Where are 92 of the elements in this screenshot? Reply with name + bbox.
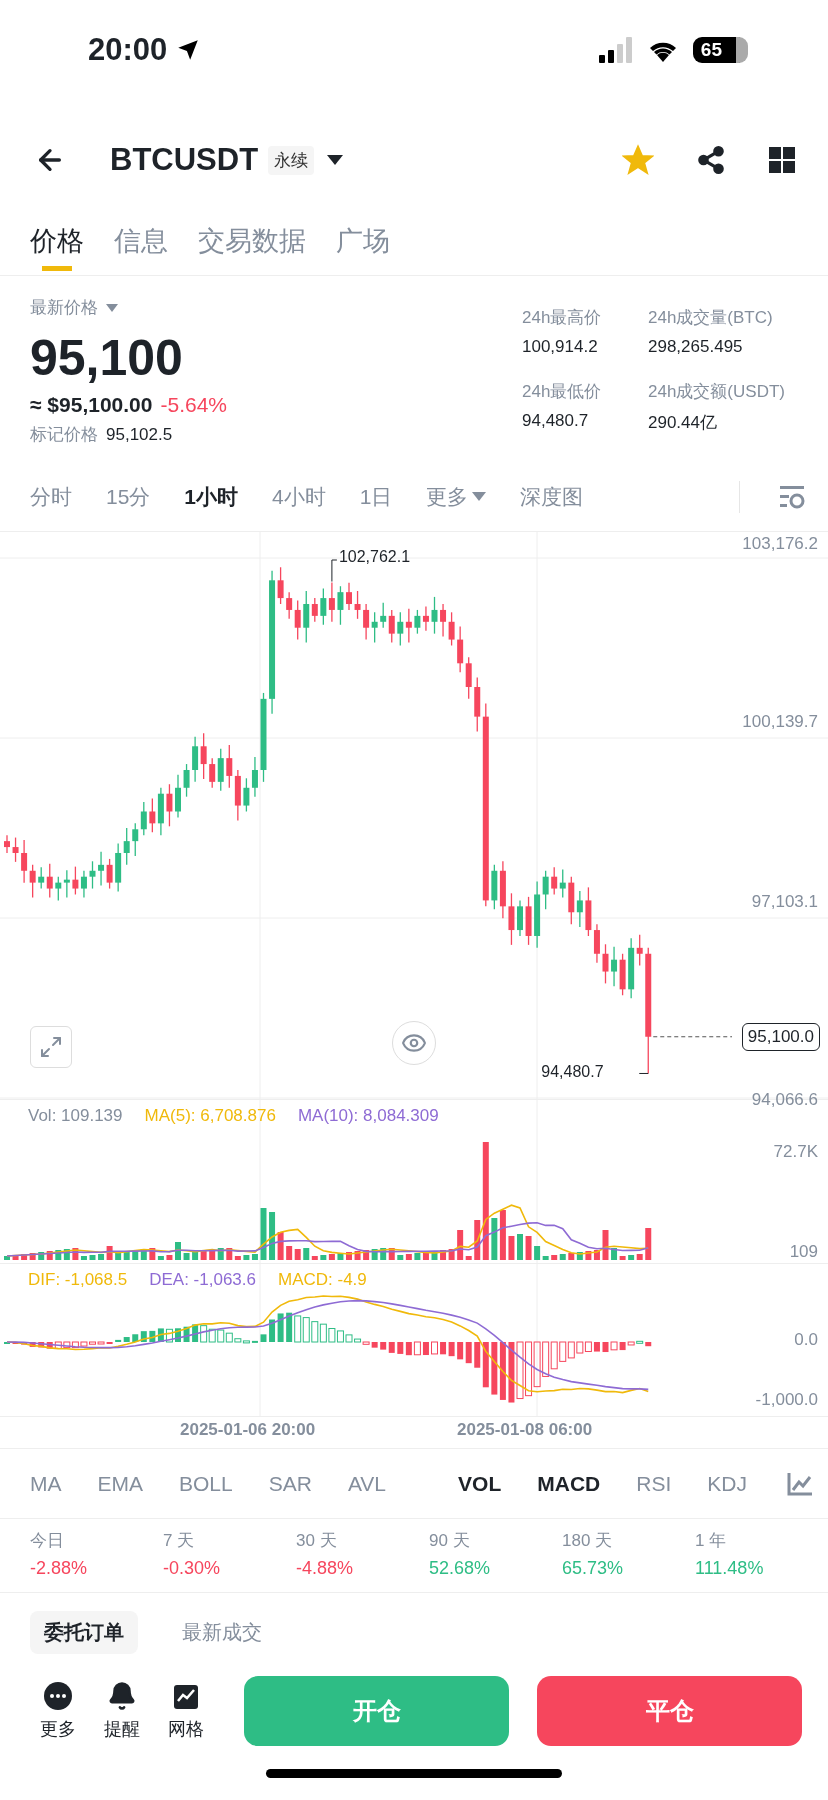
leader-line	[331, 559, 338, 584]
macd-axis-label: -1,000.0	[755, 1390, 818, 1410]
more-intervals-dropdown[interactable]: 更多	[426, 482, 487, 511]
time-axis-label: 2025-01-08 06:00	[457, 1420, 593, 1440]
indicator-tab[interactable]: AVL	[347, 1471, 387, 1496]
open-position-button[interactable]: 开仓	[244, 1676, 509, 1746]
volume-ma5-value: MA(5): 6,708.876	[144, 1106, 276, 1126]
price-change: -5.64%	[160, 393, 227, 417]
dif-value: DIF: -1,068.5	[28, 1270, 128, 1290]
period-label: 7 天	[163, 1530, 196, 1552]
low-price-label: 94,480.7	[541, 1063, 604, 1082]
stat-value: 94,480.7	[522, 410, 590, 431]
last-price-tag: 95,100.0	[741, 1022, 820, 1051]
order-tab[interactable]: 委托订单	[30, 1611, 138, 1654]
interval-tab[interactable]: 1小时	[184, 482, 239, 511]
price-axis-label: 103,176.2	[742, 534, 818, 554]
visibility-button[interactable]	[392, 1021, 436, 1065]
macd-axis-label: 0.0	[794, 1330, 818, 1350]
volume-ma10-value: MA(10): 8,084.309	[297, 1106, 439, 1126]
stat-label: 24h最低价	[522, 380, 603, 403]
indicator-tab[interactable]: RSI	[636, 1471, 672, 1496]
price-label: 最新价格	[30, 297, 98, 319]
interval-tab[interactable]: 分时	[30, 482, 72, 511]
indicator-tab[interactable]: VOL	[458, 1471, 502, 1496]
period-change: -2.88%	[30, 1558, 89, 1579]
indicator-tab[interactable]: MACD	[537, 1471, 601, 1496]
signal-icon	[598, 37, 633, 63]
expand-icon	[39, 1035, 63, 1059]
stat-label: 24h最高价	[522, 307, 603, 329]
period-label: 1 年	[695, 1530, 728, 1552]
expand-button[interactable]	[30, 1026, 72, 1068]
caret-icon	[326, 154, 345, 166]
grid-icon	[768, 146, 796, 174]
settings-icon	[778, 483, 806, 510]
time-axis-label: 2025-01-06 20:00	[180, 1420, 316, 1440]
price-axis-label: 97,103.1	[751, 892, 818, 912]
last-price: 95,100	[30, 329, 184, 387]
caret-icon	[106, 303, 118, 312]
period-label: 90 天	[429, 1530, 471, 1552]
dea-value: DEA: -1,063.6	[149, 1270, 256, 1290]
period-change: 111.48%	[695, 1558, 765, 1579]
page-tab[interactable]: 广场	[336, 210, 390, 276]
stat-value: 290.44亿	[648, 411, 718, 434]
price-axis-label: 94,066.6	[751, 1090, 818, 1110]
mark-price: 95,102.5	[106, 424, 173, 445]
macd-value: MACD: -4.9	[278, 1270, 367, 1290]
action-button[interactable]: 更多	[40, 1681, 76, 1741]
period-change: -4.88%	[296, 1558, 355, 1579]
leader-line	[638, 1072, 649, 1074]
period-change: 65.73%	[562, 1558, 625, 1579]
price-axis-label: 100,139.7	[742, 712, 818, 732]
stat-label: 24h成交量(BTC)	[648, 307, 774, 329]
page-tab[interactable]: 信息	[114, 210, 168, 276]
battery-indicator: 65	[692, 37, 748, 63]
page-tab[interactable]: 价格	[30, 210, 84, 276]
interval-tab[interactable]: 1日	[359, 482, 393, 511]
contract-badge: 永续	[268, 145, 315, 175]
share-icon	[696, 145, 726, 175]
volume-axis-label: 109	[789, 1242, 818, 1262]
action-button[interactable]: 提醒	[104, 1681, 140, 1741]
star-icon	[622, 144, 654, 176]
close-position-button[interactable]: 平仓	[537, 1676, 802, 1746]
period-label: 30 天	[296, 1530, 338, 1552]
action-button[interactable]: 网格	[168, 1681, 204, 1741]
symbol-title: BTCUSDT	[110, 142, 259, 178]
chart-icon	[786, 1471, 813, 1496]
indicator-tab[interactable]: SAR	[268, 1471, 312, 1496]
indicator-tab[interactable]: MA	[30, 1471, 62, 1496]
bell-icon	[107, 1681, 137, 1711]
order-tab[interactable]: 最新成交	[168, 1611, 276, 1654]
interval-tab[interactable]: 4小时	[272, 482, 326, 511]
stat-label: 24h成交额(USDT)	[648, 380, 786, 403]
period-change: -0.30%	[163, 1558, 222, 1579]
indicator-tab[interactable]: KDJ	[707, 1471, 747, 1496]
mark-price-label: 标记价格	[30, 424, 98, 446]
indicator-tab[interactable]: BOLL	[179, 1471, 233, 1496]
status-time: 20:00	[88, 32, 168, 68]
stat-value: 100,914.2	[522, 337, 599, 357]
more-icon	[43, 1681, 73, 1711]
period-change: 52.68%	[429, 1558, 492, 1579]
period-label: 180 天	[562, 1530, 614, 1552]
interval-tab[interactable]: 15分	[106, 482, 151, 511]
caret-icon	[472, 492, 487, 501]
page-tab[interactable]: 交易数据	[198, 210, 306, 276]
stat-value: 298,265.495	[648, 337, 744, 357]
high-price-label: 102,762.1	[338, 548, 411, 566]
indicator-tab[interactable]: EMA	[97, 1471, 143, 1496]
usd-price: ≈ $95,100.00	[30, 393, 153, 417]
period-label: 今日	[30, 1530, 65, 1552]
volume-axis-label: 72.7K	[773, 1142, 818, 1162]
volume-value: Vol: 109.139	[28, 1106, 123, 1126]
depth-chart-tab[interactable]: 深度图	[520, 482, 584, 511]
